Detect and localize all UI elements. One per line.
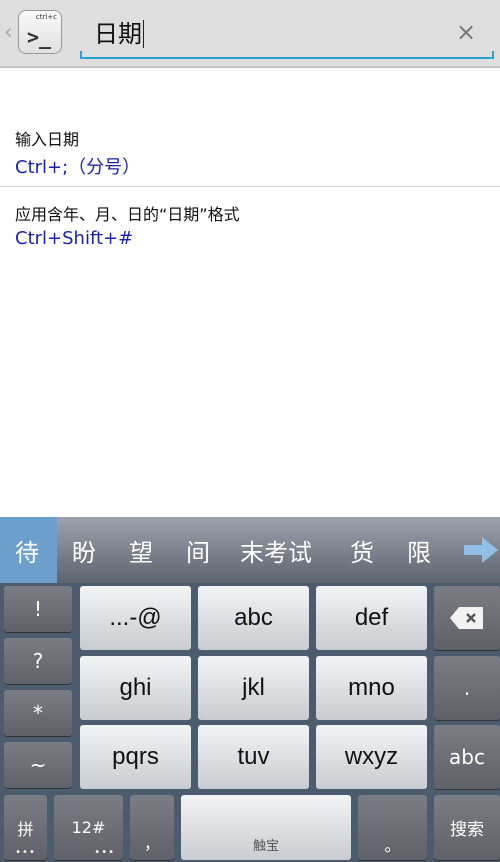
key-t9-2[interactable]: abc [198, 586, 309, 650]
key-comma[interactable]: ， [130, 795, 174, 860]
key-asterisk[interactable]: * [4, 690, 72, 736]
candidate[interactable]: 间 [186, 533, 210, 568]
candidate[interactable]: 望 [129, 533, 153, 568]
key-numbers[interactable]: 12# ••• [54, 795, 123, 860]
candidate[interactable]: 末考试 [240, 533, 312, 568]
back-chevron-icon[interactable]: ‹ [4, 20, 13, 45]
key-label: 12# [71, 818, 106, 837]
key-period[interactable]: . [434, 656, 500, 720]
key-t9-7[interactable]: pqrs [80, 725, 191, 789]
space-key[interactable]: 触宝 [181, 795, 351, 860]
key-pinyin[interactable]: 拼 ••• [4, 795, 47, 860]
key-t9-5[interactable]: jkl [198, 656, 309, 720]
terminal-prompt-icon: >_ [27, 25, 52, 49]
app-logo[interactable]: ctrl+c >_ [18, 10, 62, 54]
key-t9-4[interactable]: ghi [80, 656, 191, 720]
key-t9-1[interactable]: ...-@ [80, 586, 191, 650]
arrow-right-icon[interactable] [464, 537, 498, 563]
result-shortcut[interactable]: Ctrl+Shift+# [15, 228, 133, 249]
soft-keyboard: 待 盼 望 间 末考试 货 限 ! ? * ~ ...-@ abc def gh… [0, 517, 500, 862]
search-input[interactable]: 日期 × [80, 12, 494, 59]
key-t9-3[interactable]: def [316, 586, 427, 650]
candidate[interactable]: 待 [15, 533, 39, 568]
backspace-key[interactable] [434, 586, 500, 650]
result-label[interactable]: 应用含年、月、日的“日期”格式 [15, 201, 240, 225]
key-chinese-period[interactable]: 。 [358, 795, 427, 860]
search-header: ‹ ctrl+c >_ 日期 × [0, 0, 500, 68]
key-exclaim[interactable]: ! [4, 586, 72, 632]
candidate[interactable]: 货 [350, 533, 374, 568]
candidate[interactable]: 盼 [72, 533, 96, 568]
search-key[interactable]: 搜索 [434, 795, 500, 860]
divider [0, 186, 500, 187]
key-question[interactable]: ? [4, 638, 72, 684]
key-label: 拼 [17, 819, 34, 839]
result-label[interactable]: 输入日期 [15, 126, 79, 150]
candidate-bar: 待 盼 望 间 末考试 货 限 [0, 517, 500, 583]
key-t9-8[interactable]: tuv [198, 725, 309, 789]
key-t9-6[interactable]: mno [316, 656, 427, 720]
key-tilde[interactable]: ~ [4, 742, 72, 788]
backspace-icon [450, 607, 483, 629]
result-shortcut[interactable]: Ctrl+;（分号） [15, 153, 140, 179]
key-t9-9[interactable]: wxyz [316, 725, 427, 789]
search-query-text: 日期 [94, 20, 144, 48]
more-icon: ••• [15, 847, 36, 858]
more-icon: ••• [94, 847, 115, 858]
key-abc-mode[interactable]: abc [434, 725, 500, 789]
clear-icon[interactable]: × [456, 18, 476, 46]
app-logo-text: ctrl+c [35, 13, 57, 21]
candidate[interactable]: 限 [407, 533, 431, 568]
